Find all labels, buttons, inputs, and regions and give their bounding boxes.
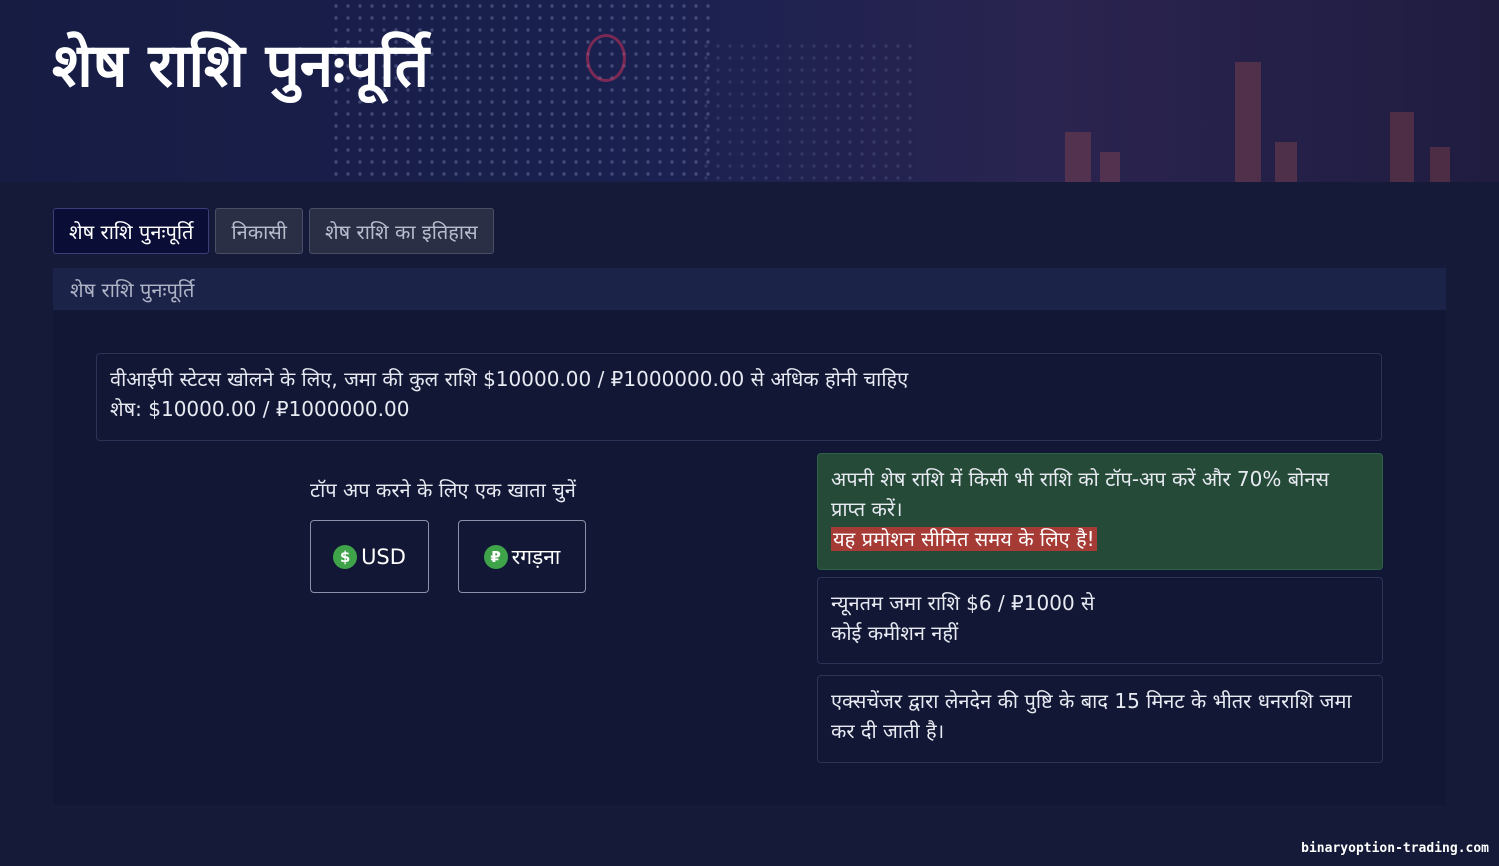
chart-bar-decoration xyxy=(1100,152,1120,182)
section-title: शेष राशि पुनःपूर्ति xyxy=(53,268,1446,310)
bonus-promo-text: अपनी शेष राशि में किसी भी राशि को टॉप-अप… xyxy=(831,467,1329,521)
chart-bar-decoration xyxy=(1235,62,1261,182)
tab-balance-history[interactable]: शेष राशि का इतिहास xyxy=(309,208,494,254)
rub-account-button[interactable]: ₽ रगड़ना xyxy=(458,520,586,593)
hero-banner: शेष राशि पुनःपूर्ति xyxy=(0,0,1499,182)
world-map-decoration xyxy=(700,40,920,182)
ruble-coin-icon: ₽ xyxy=(483,544,508,569)
vip-status-notice: वीआईपी स्टेटस खोलने के लिए, जमा की कुल र… xyxy=(96,353,1382,441)
map-marker-decoration xyxy=(586,34,626,82)
chart-bar-decoration xyxy=(1275,142,1297,182)
tab-bar: शेष राशि पुनःपूर्ति निकासी शेष राशि का इ… xyxy=(53,208,494,254)
rub-account-label: रगड़ना xyxy=(511,544,561,569)
minimum-deposit-text: न्यूनतम जमा राशि $6 / ₽1000 से xyxy=(831,591,1095,615)
chart-bar-decoration xyxy=(1430,147,1450,182)
bonus-promo-box: अपनी शेष राशि में किसी भी राशि को टॉप-अप… xyxy=(817,453,1383,570)
no-commission-text: कोई कमीशन नहीं xyxy=(831,621,959,645)
minimum-deposit-box: न्यूनतम जमा राशि $6 / ₽1000 से कोई कमीशन… xyxy=(817,577,1383,664)
watermark: binaryoption-trading.com xyxy=(1301,841,1489,856)
vip-balance-text: शेष: $10000.00 / ₽1000000.00 xyxy=(110,397,410,421)
vip-requirement-text: वीआईपी स्टेटस खोलने के लिए, जमा की कुल र… xyxy=(110,367,909,391)
tab-deposit[interactable]: शेष राशि पुनःपूर्ति xyxy=(53,208,210,254)
deposit-timing-box: एक्सचेंजर द्वारा लेनदेन की पुष्टि के बाद… xyxy=(817,675,1383,763)
tab-withdrawal[interactable]: निकासी xyxy=(215,208,303,254)
dollar-coin-icon: $ xyxy=(333,544,358,569)
chart-bar-decoration xyxy=(1065,132,1091,182)
deposit-timing-text: एक्सचेंजर द्वारा लेनदेन की पुष्टि के बाद… xyxy=(831,689,1352,743)
usd-account-button[interactable]: $ USD xyxy=(310,520,429,593)
account-select-label: टॉप अप करने के लिए एक खाता चुनें xyxy=(310,478,576,502)
chart-bar-decoration xyxy=(1390,112,1414,182)
usd-account-label: USD xyxy=(361,544,406,569)
page-title: शेष राशि पुनःपूर्ति xyxy=(52,31,429,101)
promo-limited-time-badge: यह प्रमोशन सीमित समय के लिए है! xyxy=(831,527,1097,551)
